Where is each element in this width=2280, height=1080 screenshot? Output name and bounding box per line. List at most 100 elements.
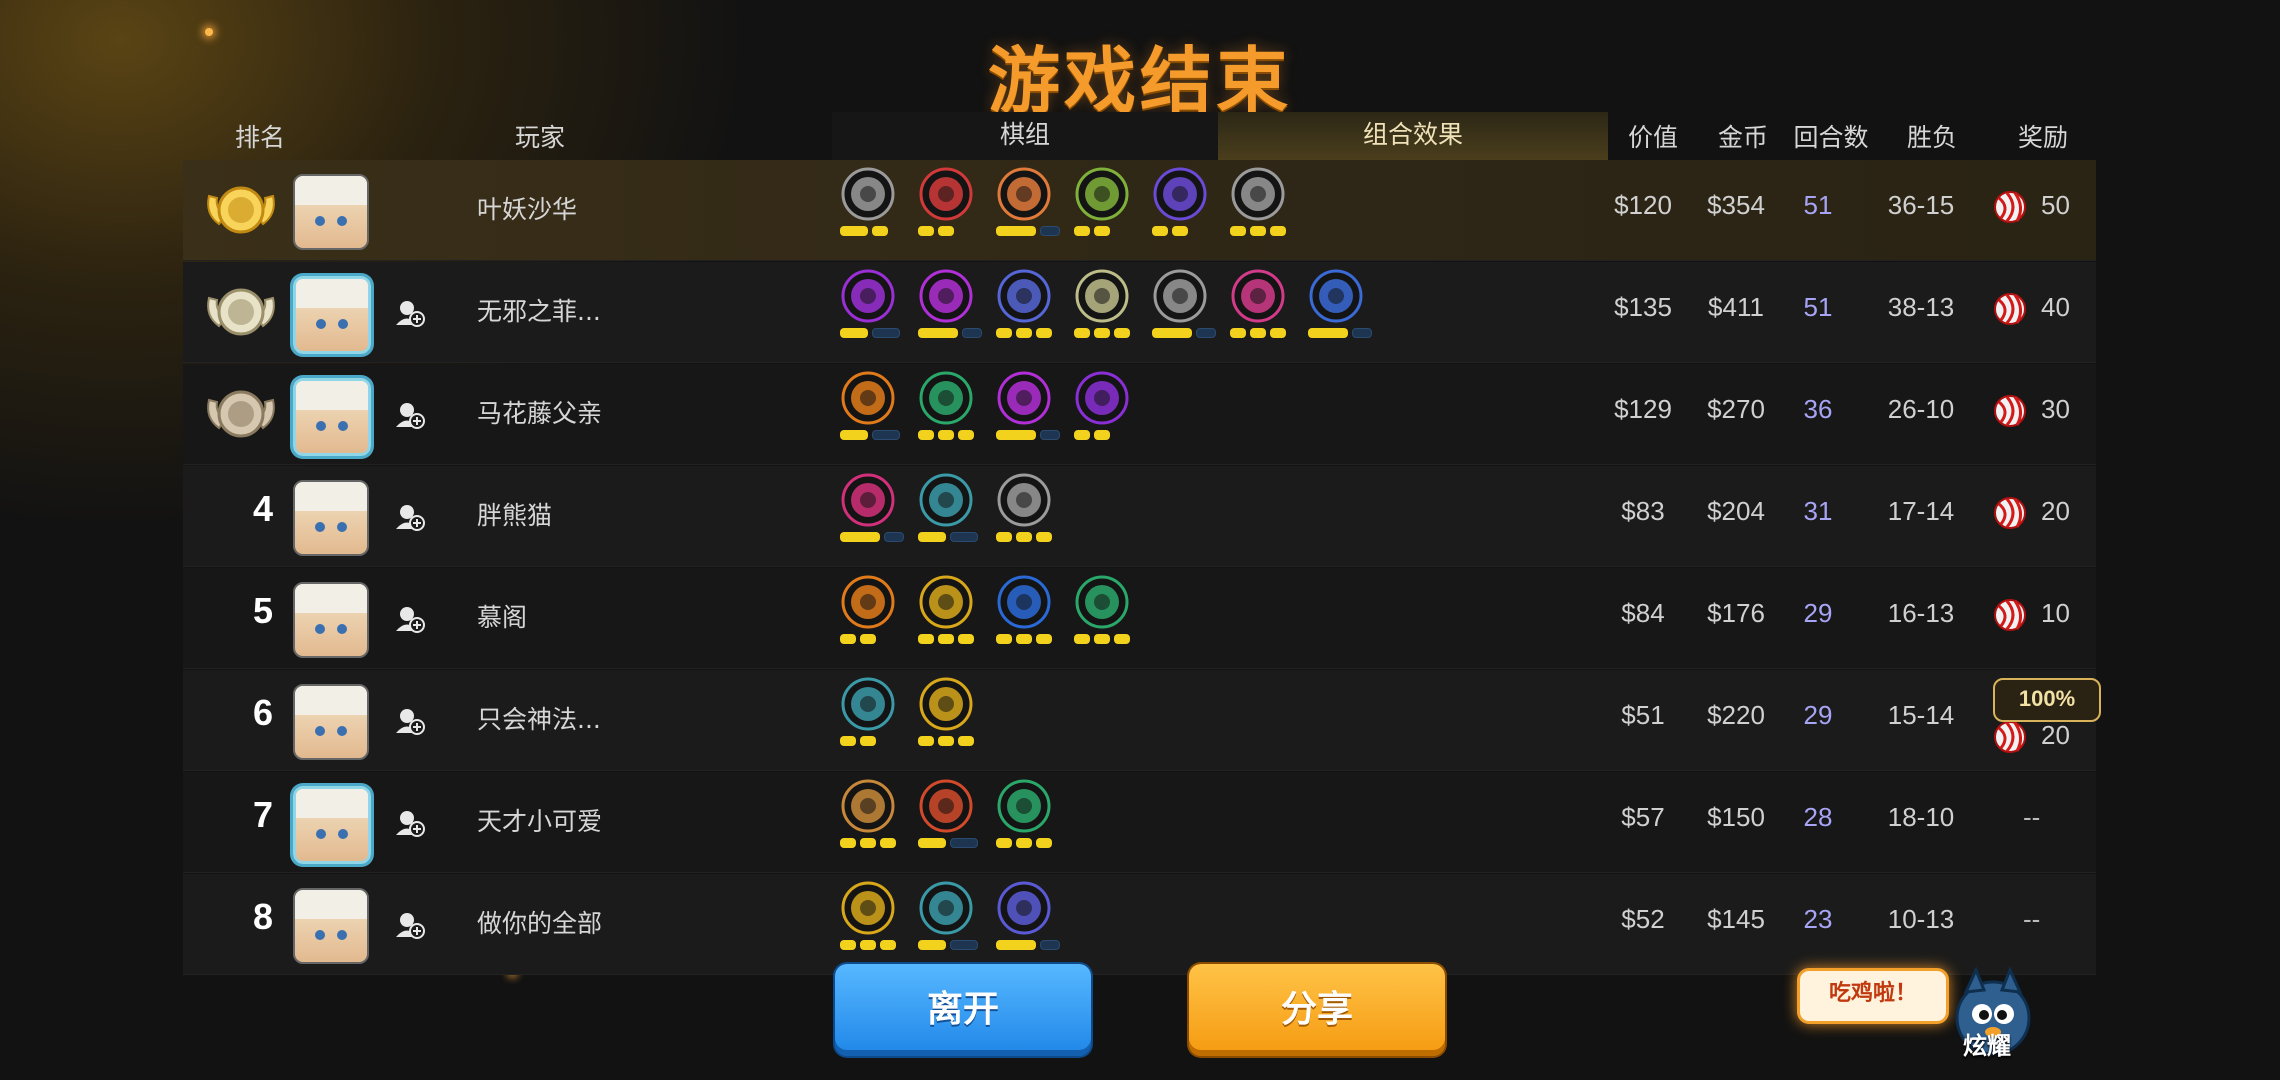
unit-icon: [919, 473, 973, 527]
record-cell: 17-14: [1887, 496, 1955, 526]
add-friend-icon[interactable]: [395, 400, 425, 430]
reward-cell: 50: [1993, 188, 2103, 228]
chess-unit[interactable]: [840, 778, 904, 868]
chess-unit[interactable]: [996, 472, 1060, 562]
chess-unit[interactable]: [1152, 268, 1216, 358]
chess-unit[interactable]: [1074, 268, 1138, 358]
avatar[interactable]: [293, 786, 371, 864]
avatar[interactable]: [293, 378, 371, 456]
chess-unit[interactable]: [840, 166, 904, 256]
unit-lineup: [840, 166, 1294, 256]
table-row[interactable]: 马花藤父亲 $129 $270 36 26-10 30: [183, 364, 2096, 465]
record-cell: 18-10: [1887, 802, 1955, 832]
avatar[interactable]: [293, 276, 371, 354]
reward-cell: 30: [1993, 392, 2103, 432]
record-cell: 15-14: [1887, 700, 1955, 730]
rounds-cell: 31: [1803, 496, 1833, 526]
avatar[interactable]: [293, 888, 369, 964]
avatar[interactable]: [293, 174, 369, 250]
rank-number: 8: [252, 896, 274, 937]
chess-unit[interactable]: [918, 166, 982, 256]
bronze-medal-icon: [207, 390, 275, 438]
reward-cell: --: [2023, 802, 2041, 832]
add-friend-icon[interactable]: [395, 298, 425, 328]
unit-icon: [841, 269, 895, 323]
table-row[interactable]: 5 慕阁 $84 $176 29 16-13 10: [183, 568, 2096, 669]
unit-lineup: [840, 268, 1372, 358]
chess-unit[interactable]: [1230, 166, 1294, 256]
show-off-label[interactable]: 炫耀: [1963, 1026, 2011, 1061]
chess-unit[interactable]: [918, 880, 982, 970]
reward-cell: 10: [1993, 596, 2103, 636]
unit-lineup: [840, 676, 982, 766]
reward-value: 30: [2041, 394, 2070, 424]
chess-unit[interactable]: [918, 268, 982, 358]
chess-unit[interactable]: [840, 370, 904, 460]
unit-icon: [919, 269, 973, 323]
chess-unit[interactable]: [1074, 574, 1138, 664]
value-cell: $57: [1621, 802, 1665, 832]
add-friend-icon[interactable]: [395, 808, 425, 838]
chess-unit[interactable]: [996, 880, 1060, 970]
table-row[interactable]: 无邪之菲... $135 $411 51 38-13 40: [183, 262, 2096, 363]
reward-value: 10: [2041, 598, 2070, 628]
unit-icon: [1075, 371, 1129, 425]
avatar[interactable]: [293, 684, 369, 760]
rounds-cell: 23: [1803, 904, 1833, 934]
rounds-cell: 28: [1803, 802, 1833, 832]
chess-unit[interactable]: [996, 268, 1060, 358]
unit-icon: [1231, 269, 1285, 323]
chess-unit[interactable]: [1152, 166, 1216, 256]
chess-unit[interactable]: [1074, 370, 1138, 460]
unit-icon: [1153, 167, 1207, 221]
avatar[interactable]: [293, 582, 369, 658]
chess-unit[interactable]: [840, 574, 904, 664]
add-friend-icon[interactable]: [395, 502, 425, 532]
add-friend-icon[interactable]: [395, 910, 425, 940]
unit-icon: [1075, 269, 1129, 323]
player-name: 马花藤父亲: [477, 399, 603, 428]
chess-unit[interactable]: [918, 370, 982, 460]
value-cell: $120: [1614, 190, 1672, 220]
unit-icon: [997, 473, 1051, 527]
reward-value: 50: [2041, 190, 2070, 220]
leave-button[interactable]: 离开: [835, 964, 1091, 1056]
table-row[interactable]: 7 天才小可爱 $57 $150 28 18-10 --: [183, 772, 2096, 873]
table-row[interactable]: 6 只会神法... $51 $220 29 15-14 20 100%: [183, 670, 2101, 771]
chess-unit[interactable]: [840, 472, 904, 562]
chess-unit[interactable]: [996, 778, 1060, 868]
chess-unit[interactable]: [1230, 268, 1294, 358]
chess-unit[interactable]: [1074, 166, 1138, 256]
candy-ball-icon: [1994, 721, 2026, 753]
tab-synergy[interactable]: 组合效果: [1218, 112, 1608, 163]
chess-unit[interactable]: [918, 574, 982, 664]
chess-unit[interactable]: [996, 370, 1060, 460]
table-row[interactable]: 叶妖沙华 $120 $354 51 36-15 50: [183, 160, 2096, 261]
chess-unit[interactable]: [1308, 268, 1372, 358]
tab-lineup[interactable]: 棋组: [832, 112, 1218, 160]
chess-unit[interactable]: [840, 676, 904, 766]
chess-unit[interactable]: [840, 880, 904, 970]
unit-icon: [997, 371, 1051, 425]
reward-value: 20: [2041, 496, 2070, 526]
player-name: 叶妖沙华: [477, 195, 578, 224]
chess-unit[interactable]: [996, 166, 1060, 256]
avatar[interactable]: [293, 480, 369, 556]
chess-unit[interactable]: [840, 268, 904, 358]
gold-cell: $150: [1707, 802, 1765, 832]
share-button[interactable]: 分享: [1189, 964, 1445, 1056]
add-friend-icon[interactable]: [395, 706, 425, 736]
value-cell: $84: [1621, 598, 1665, 628]
unit-icon: [841, 167, 895, 221]
add-friend-icon[interactable]: [395, 604, 425, 634]
unit-icon: [1075, 167, 1129, 221]
chess-unit[interactable]: [918, 472, 982, 562]
candy-ball-icon: [1994, 395, 2026, 427]
unit-icon: [919, 371, 973, 425]
chess-unit[interactable]: [918, 676, 982, 766]
chess-unit[interactable]: [918, 778, 982, 868]
chess-unit[interactable]: [996, 574, 1060, 664]
table-row[interactable]: 4 胖熊猫 $83 $204 31 17-14 20: [183, 466, 2096, 567]
table-row[interactable]: 8 做你的全部 $52 $145 23 10-13 --: [183, 874, 2096, 975]
unit-icon: [997, 779, 1051, 833]
